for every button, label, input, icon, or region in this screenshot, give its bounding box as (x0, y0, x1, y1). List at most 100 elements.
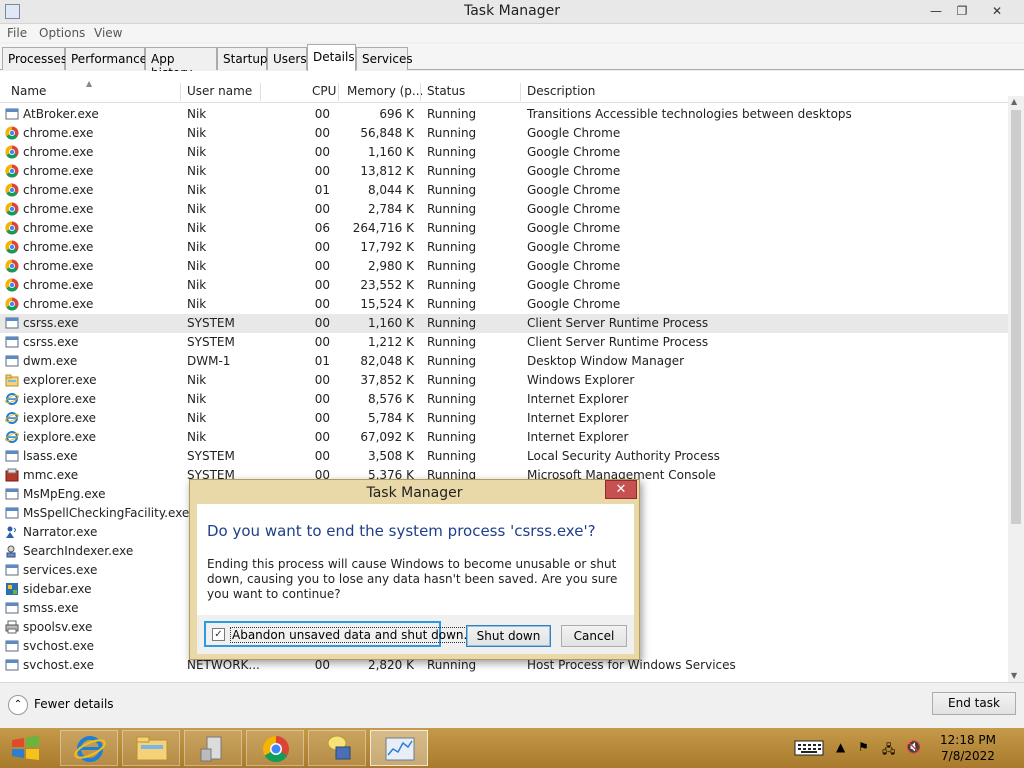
process-user: Nik (187, 373, 207, 387)
taskbar-internet-explorer[interactable] (60, 730, 118, 766)
menu-bar: File Options View (0, 24, 1024, 42)
column-status[interactable]: Status (427, 84, 465, 98)
abandon-checkbox-label[interactable]: Abandon unsaved data and shut down. (230, 627, 470, 643)
chrome-icon (262, 735, 289, 763)
scroll-down-icon[interactable]: ▼ (1011, 671, 1017, 680)
process-description: Google Chrome (527, 278, 621, 292)
cancel-button[interactable]: Cancel (561, 625, 627, 647)
process-status: Running (427, 658, 477, 672)
column-divider[interactable] (260, 83, 261, 101)
process-generic-icon (5, 107, 19, 121)
process-memory: 2,820 K (367, 658, 414, 672)
column-user[interactable]: User name (187, 84, 252, 98)
column-name[interactable]: Name (11, 84, 46, 98)
table-row[interactable]: chrome.exe Nik 00 13,812 K Running Google Chr… (0, 162, 1008, 181)
clock[interactable]: 12:18 PM 7/8/2022 (935, 732, 1001, 764)
column-divider[interactable] (338, 83, 339, 101)
table-row[interactable]: explorer.exe Nik 00 37,852 K Running Windows … (0, 371, 1008, 390)
process-cpu: 00 (314, 392, 330, 406)
taskbar-device-manager[interactable] (184, 730, 242, 766)
process-memory: 15,524 K (360, 297, 414, 311)
table-row[interactable]: csrss.exe SYSTEM 00 1,212 K Running Client Se… (0, 333, 1008, 352)
table-row[interactable]: csrss.exe SYSTEM 00 1,160 K Running Client Se… (0, 314, 1008, 333)
table-row[interactable]: chrome.exe Nik 06 264,716 K Running Google Ch… (0, 219, 1008, 238)
table-row[interactable]: chrome.exe Nik 00 17,792 K Running Google Chr… (0, 238, 1008, 257)
volume-muted-icon[interactable]: 🔇 (906, 740, 921, 754)
process-user: Nik (187, 278, 207, 292)
chevron-up-icon[interactable]: ⌃ (8, 695, 28, 715)
tab-performance[interactable]: Performance (65, 47, 147, 70)
process-user: Nik (187, 392, 207, 406)
taskbar-task-manager[interactable] (370, 730, 428, 766)
tab-processes[interactable]: Processes (2, 47, 67, 70)
tab-details[interactable]: Details (307, 44, 356, 71)
process-generic-icon (5, 601, 19, 615)
table-row[interactable]: lsass.exe SYSTEM 00 3,508 K Running Local Sec… (0, 447, 1008, 466)
table-row[interactable]: iexplore.exe Nik 00 8,576 K Running Internet … (0, 390, 1008, 409)
table-row[interactable]: chrome.exe Nik 00 1,160 K Running Google Chro… (0, 143, 1008, 162)
process-cpu: 00 (314, 202, 330, 216)
table-row[interactable]: chrome.exe Nik 00 2,980 K Running Google Chro… (0, 257, 1008, 276)
process-description: Host Process for Windows Services (527, 658, 736, 672)
process-chrome-icon (5, 221, 19, 235)
dialog-close-button[interactable]: ✕ (605, 480, 637, 499)
column-cpu[interactable]: CPU (312, 84, 336, 98)
tab-startup[interactable]: Startup (217, 47, 268, 70)
process-chrome-icon (5, 259, 19, 273)
process-description: Google Chrome (527, 126, 621, 140)
process-cpu: 00 (314, 658, 330, 672)
process-name: iexplore.exe (23, 430, 97, 444)
process-ie-icon (5, 392, 19, 406)
windows-start-icon[interactable] (8, 734, 44, 762)
menu-view[interactable]: View (94, 26, 122, 40)
scrollbar-thumb[interactable] (1011, 110, 1021, 524)
tab-users[interactable]: Users (267, 47, 307, 70)
table-row[interactable]: chrome.exe Nik 00 56,848 K Running Google Chr… (0, 124, 1008, 143)
process-generic-icon (5, 658, 19, 672)
minimize-button[interactable]: — (924, 2, 948, 20)
column-divider[interactable] (420, 83, 421, 101)
menu-file[interactable]: File (7, 26, 27, 40)
column-divider[interactable] (520, 83, 521, 101)
column-memory[interactable]: Memory (p... (347, 84, 423, 98)
shut-down-button[interactable]: Shut down (466, 625, 551, 647)
show-hidden-icons-icon[interactable]: ▲ (836, 740, 845, 754)
process-ie-icon (5, 411, 19, 425)
fewer-details-link[interactable]: Fewer details (34, 697, 114, 711)
abandon-checkbox[interactable]: ✓ (212, 628, 225, 641)
table-row[interactable]: chrome.exe Nik 00 2,784 K Running Google Chro… (0, 200, 1008, 219)
keyboard-icon[interactable] (794, 740, 824, 756)
end-task-button[interactable]: End task (932, 692, 1016, 715)
column-description[interactable]: Description (527, 84, 595, 98)
process-name: MsMpEng.exe (23, 487, 106, 501)
flag-icon[interactable]: ⚑ (858, 740, 869, 754)
table-row[interactable]: AtBroker.exe Nik 00 696 K Running Transitions… (0, 105, 1008, 124)
table-row[interactable]: chrome.exe Nik 00 23,552 K Running Google Chr… (0, 276, 1008, 295)
process-status: Running (427, 411, 477, 425)
restore-button[interactable]: ❐ (950, 2, 974, 20)
taskbar-network[interactable] (308, 730, 366, 766)
task-manager-taskbar-icon (385, 737, 415, 761)
vertical-scrollbar[interactable]: ▲ ▼ (1008, 96, 1024, 682)
menu-options[interactable]: Options (39, 26, 85, 40)
table-row[interactable]: chrome.exe Nik 00 15,524 K Running Google Chr… (0, 295, 1008, 314)
table-row[interactable]: dwm.exe DWM-1 01 82,048 K Running Desktop Win… (0, 352, 1008, 371)
process-status: Running (427, 221, 477, 235)
abandon-checkbox-focus[interactable]: ✓ Abandon unsaved data and shut down. (204, 621, 470, 647)
process-name: chrome.exe (23, 221, 94, 235)
process-chrome-icon (5, 278, 19, 292)
table-row[interactable]: chrome.exe Nik 01 8,044 K Running Google Chro… (0, 181, 1008, 200)
table-row[interactable]: iexplore.exe Nik 00 67,092 K Running Internet… (0, 428, 1008, 447)
process-cpu: 00 (314, 411, 330, 425)
close-button[interactable]: ✕ (985, 2, 1009, 20)
tab-services[interactable]: Services (356, 47, 413, 70)
scroll-up-icon[interactable]: ▲ (1011, 97, 1017, 106)
taskbar-chrome[interactable] (246, 730, 304, 766)
network-status-icon[interactable]: 🖧 (882, 740, 895, 761)
process-name: svchost.exe (23, 639, 94, 653)
taskbar-file-explorer[interactable] (122, 730, 180, 766)
tab-app-history[interactable]: App history (145, 47, 217, 80)
column-divider[interactable] (180, 83, 181, 101)
table-row[interactable]: iexplore.exe Nik 00 5,784 K Running Internet … (0, 409, 1008, 428)
process-mmc-icon (5, 468, 19, 482)
